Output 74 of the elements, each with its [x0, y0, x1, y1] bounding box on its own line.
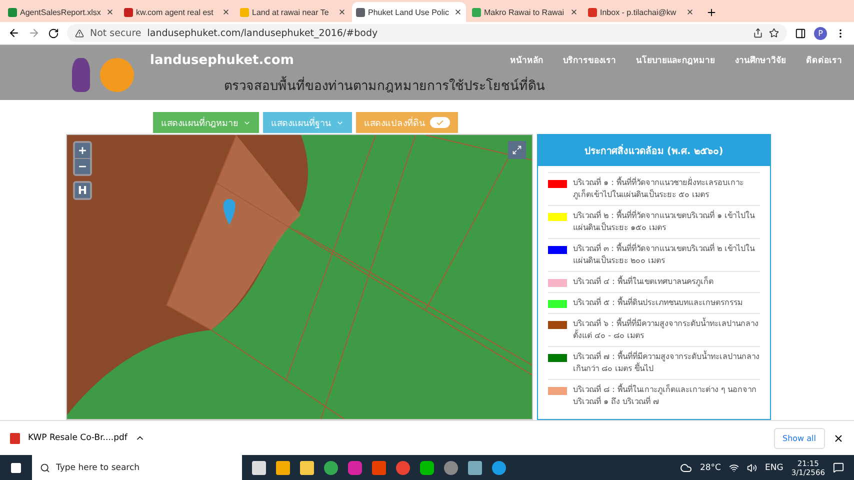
language-indicator[interactable]: ENG [764, 462, 784, 472]
zoom-out-button[interactable]: − [75, 159, 90, 174]
home-button[interactable]: H [75, 183, 90, 198]
wifi-icon[interactable] [728, 462, 739, 472]
browser-tab[interactable]: Inbox - p.tilachai@kw [584, 2, 698, 22]
browser-tab[interactable]: kw.com agent real est [120, 2, 234, 22]
share-icon[interactable] [753, 28, 763, 38]
temperature-text: 28°C [700, 462, 721, 472]
security-label: Not secure [90, 28, 142, 38]
emblem-logo [72, 58, 90, 92]
browser-tab[interactable]: Makro Rawai to Rawai [468, 2, 582, 22]
notification-icon[interactable] [833, 462, 844, 473]
taskbar-search-field[interactable]: Type here to search [32, 455, 242, 480]
search-icon [40, 462, 50, 472]
toggle-switch[interactable] [430, 117, 450, 128]
expand-icon [512, 145, 522, 155]
close-icon[interactable] [833, 432, 844, 444]
warning-icon [75, 28, 84, 38]
new-tab-icon[interactable] [706, 7, 717, 18]
chat-app-icon[interactable] [420, 460, 434, 474]
nav-link[interactable]: ติดต่อเรา [806, 53, 842, 68]
location-pin-icon [223, 199, 236, 225]
close-icon[interactable] [454, 8, 462, 16]
legend-label: บริเวณที่ ๘ : พื้นที่ในเกาะภูเก็ตและเกาะต่าง ๆ นอกจากบริเวณที่ ๑ ถึง บริเวณที่ ๗ [573, 384, 758, 408]
show-all-button[interactable]: Show all [774, 428, 825, 448]
fullscreen-button[interactable] [508, 141, 526, 159]
calculator-icon[interactable] [468, 460, 482, 474]
browser-tab[interactable]: Land at rawai near Te [236, 2, 350, 22]
download-file-name[interactable]: KWP Resale Co-Br....pdf [28, 433, 128, 443]
task-view-icon[interactable] [252, 460, 266, 474]
profile-avatar[interactable]: P [814, 26, 827, 40]
reload-icon[interactable] [48, 28, 59, 38]
legend-label: บริเวณที่ ๕ : พื้นที่ดินประเภทชนบทและเกษตรกรรม [573, 297, 742, 309]
pdf-file-icon [10, 432, 20, 444]
check-icon [436, 118, 444, 126]
url-text: landusephuket.com/landusephuket_2016/#body [147, 28, 378, 38]
nav-link[interactable]: นโยบายและกฎหมาย [636, 53, 715, 68]
browser-tab[interactable]: Phuket Land Use Polic [352, 2, 466, 22]
volume-icon[interactable] [746, 462, 757, 472]
seal-logo [100, 58, 134, 92]
nav-link[interactable]: บริการของเรา [563, 53, 616, 68]
legend-label: บริเวณที่ ๗ : พื้นที่ที่มีความสูงจากระดับน้ำทะเลปานกลางเกินกว่า ๘๐ เมตร ขึ้นไป [573, 351, 760, 375]
office-icon[interactable] [372, 460, 386, 474]
browser-tab[interactable]: AgentSalesReport.xlsx [4, 2, 118, 22]
store-icon[interactable] [276, 460, 290, 474]
legend-label: บริเวณที่ ๒ : พื้นที่ที่วัดจากแนวเขตบริเวณที่ ๑ เข้าไปในแผ่นดินเป็นระยะ ๑๕๐ เมตร [573, 210, 756, 234]
close-icon[interactable] [222, 8, 230, 16]
close-icon[interactable] [570, 8, 578, 16]
weather-cloud-icon [680, 462, 692, 474]
camera-app-icon[interactable] [348, 460, 362, 474]
side-panel-icon[interactable] [795, 28, 806, 38]
browser-icon[interactable] [492, 460, 506, 474]
back-icon[interactable] [8, 27, 20, 39]
start-icon[interactable] [10, 462, 22, 474]
zoom-in-button[interactable]: + [75, 143, 90, 158]
address-bar[interactable]: Not secure landusephuket.com/landusephuket_2016/#body [67, 24, 787, 42]
disc-icon[interactable] [444, 460, 458, 474]
browser-icon[interactable] [324, 460, 338, 474]
legend-label: บริเวณที่ ๑ : พื้นที่ที่วัดจากแนวชายฝั่งทะเลรอบเกาะภูเก็ตเข้าไปในแผ่นดินเป็นระยะ ๕๐ เมตร [573, 177, 744, 201]
legend-label: บริเวณที่ ๔ : พื้นที่ในเขตเทศบาลนครภูเก็ต [573, 276, 714, 288]
close-icon[interactable] [106, 8, 114, 16]
folder-icon[interactable] [300, 460, 314, 474]
close-icon[interactable] [686, 8, 694, 16]
browser-icon[interactable] [396, 460, 410, 474]
bookmark-star-icon[interactable] [769, 28, 779, 38]
close-icon[interactable] [338, 8, 346, 16]
page-title: ตรวจสอบพื้นที่ของท่านตามกฎหมายการใช้ประโยชน์ที่ดิน [224, 75, 545, 96]
legend-label: บริเวณที่ ๓ : พื้นที่ที่วัดจากแนวเขตบริเวณที่ ๒ เข้าไปในแผ่นดินเป็นระยะ ๒๐๐ เมตร [573, 243, 756, 267]
site-name: landusephuket.com [150, 52, 294, 68]
legend-title: ประกาศสิ่งแวดล้อม (พ.ศ. ๒๕๖๐) [538, 135, 770, 166]
legend-label: บริเวณที่ ๖ : พื้นที่ที่มีความสูงจากระดับน้ำทะเลปานกลางตั้งแต่ ๔๐ - ๘๐ เมตร [573, 318, 760, 342]
forward-icon[interactable] [28, 27, 40, 39]
nav-link[interactable]: หน้าหลัก [510, 53, 543, 68]
nav-link[interactable]: งานศึกษาวิจัย [735, 53, 786, 68]
